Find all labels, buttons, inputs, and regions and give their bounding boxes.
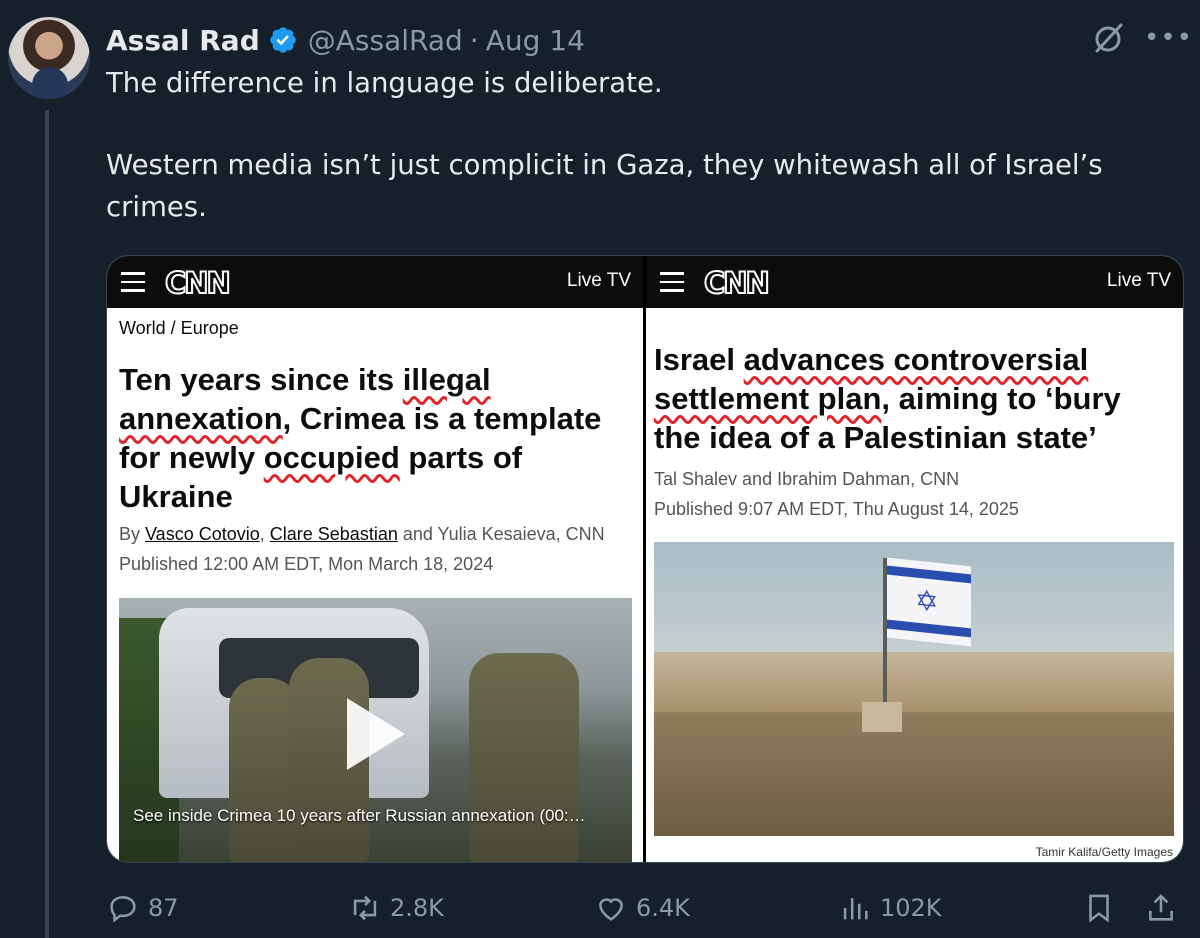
like-button[interactable]: 6.4K (594, 886, 690, 930)
like-count: 6.4K (636, 894, 690, 922)
repost-icon (353, 895, 377, 921)
reply-count: 87 (148, 894, 179, 922)
repost-button[interactable]: 2.8K (348, 886, 444, 930)
play-icon[interactable] (347, 698, 405, 770)
media-attachment[interactable]: CNN Live TV World / Europe Ten years sin… (106, 255, 1184, 863)
underlined-word: illegal (402, 362, 491, 397)
bookmark-icon (1089, 894, 1109, 923)
video-caption: See inside Crimea 10 years after Russian… (133, 806, 586, 825)
right-headline: Israel advances controversial settlement… (654, 342, 1121, 455)
left-byline: By Vasco Cotovio, Clare Sebastian and Yu… (119, 524, 605, 544)
tweet-text: The difference in language is deliberate… (106, 62, 1166, 228)
live-tv-label: Live TV (1106, 270, 1171, 291)
views-button[interactable]: 102K (838, 886, 942, 930)
repost-count: 2.8K (390, 894, 444, 922)
cnn-logo: CNN (164, 265, 232, 301)
cnn-header-bar: CNN Live TV (107, 256, 643, 308)
tweet-text-line-2: Western media isn’t just complicit in Ga… (106, 149, 1103, 223)
underlined-word: occupied (263, 440, 400, 475)
thread-line (45, 110, 49, 938)
hamburger-menu-icon (660, 272, 684, 292)
verified-badge-icon (269, 27, 296, 53)
author-link: Clare Sebastian (269, 524, 398, 544)
left-headline: Ten years since its illegal annexation, … (119, 362, 602, 514)
separator: · (469, 23, 479, 57)
views-count: 102K (880, 894, 942, 922)
author-link: Vasco Cotovio (145, 524, 260, 544)
photo-credit: Tamir Kalifa/Getty Images (1035, 845, 1173, 859)
hamburger-menu-icon (121, 272, 145, 292)
share-button[interactable] (1144, 886, 1186, 930)
grok-icon[interactable] (1090, 20, 1126, 56)
left-article-screenshot[interactable]: CNN Live TV World / Europe Ten years sin… (107, 256, 643, 862)
article-photo: ✡ (654, 542, 1174, 836)
avatar[interactable] (8, 17, 90, 99)
tweet-date[interactable]: Aug 14 (486, 24, 585, 57)
tweet-header: Assal Rad @AssalRad · Aug 14 (106, 20, 585, 60)
reply-button[interactable]: 87 (106, 886, 179, 930)
analytics-icon (843, 898, 868, 920)
heart-icon (599, 898, 623, 921)
tweet-text-line-1: The difference in language is deliberate… (106, 67, 663, 99)
action-bar: 87 2.8K 6.4K 102K (106, 886, 1186, 930)
right-published: Published 9:07 AM EDT, Thu August 14, 20… (654, 499, 1019, 519)
right-byline: Tal Shalev and Ibrahim Dahman, CNN (654, 469, 960, 489)
more-options-icon[interactable]: ••• (1144, 24, 1192, 52)
left-published: Published 12:00 AM EDT, Mon March 18, 20… (119, 554, 494, 574)
cnn-header-bar: CNN Live TV (646, 256, 1183, 308)
author-name[interactable]: Assal Rad (106, 24, 260, 57)
live-tv-label: Live TV (566, 270, 631, 291)
bookmark-button[interactable] (1082, 886, 1124, 930)
underlined-word: annexation (119, 401, 283, 436)
author-handle[interactable]: @AssalRad (308, 24, 463, 57)
reply-icon (110, 896, 136, 923)
right-article-screenshot[interactable]: CNN Live TV Israel advances controversia… (646, 256, 1183, 862)
breadcrumb: World / Europe (119, 318, 239, 338)
cnn-logo: CNN (703, 265, 771, 301)
israeli-flag-image: ✡ (887, 557, 971, 647)
share-icon (1149, 894, 1173, 921)
video-thumbnail[interactable]: See inside Crimea 10 years after Russian… (119, 598, 632, 862)
